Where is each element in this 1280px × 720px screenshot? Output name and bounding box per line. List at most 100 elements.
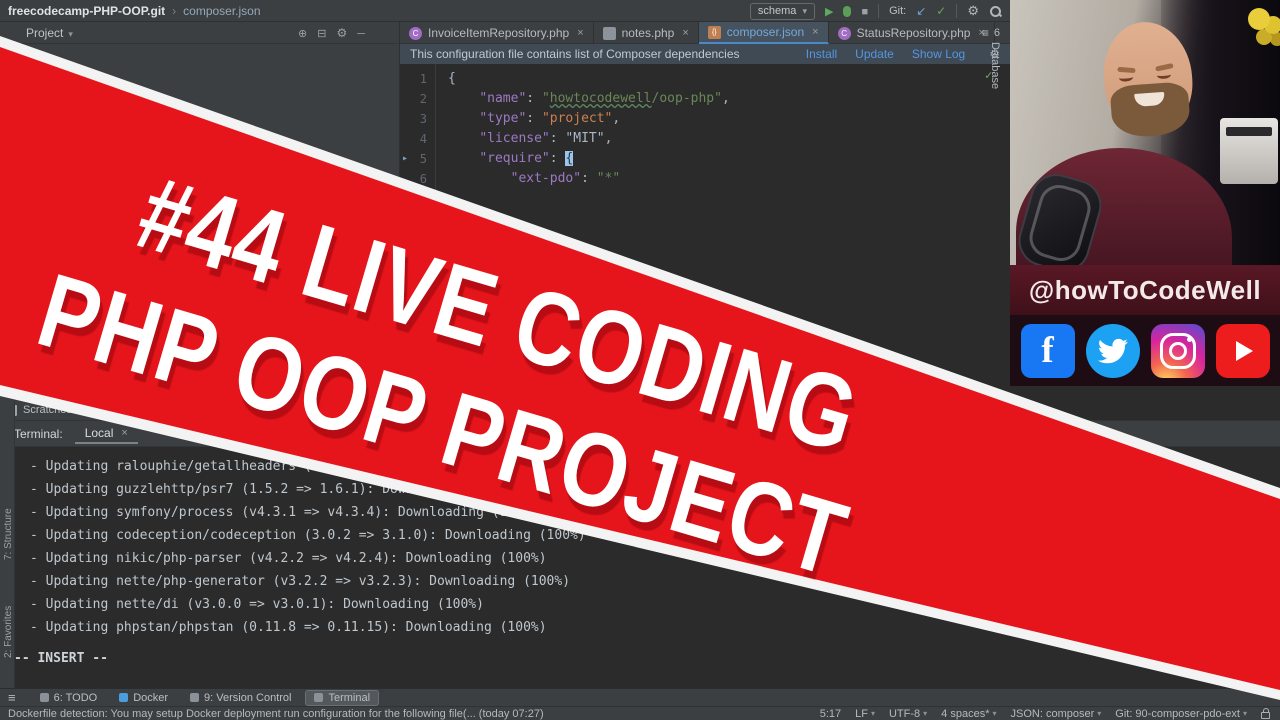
breadcrumb: freecodecamp-PHP-OOP.git composer.json: [0, 4, 261, 18]
notification-action-install[interactable]: Install: [806, 47, 837, 61]
status-segments: 5:17 LF UTF-8 4 spaces* JSON: composer Git: 9…: [820, 707, 1270, 720]
smile: [1134, 91, 1165, 107]
play-triangle: [1236, 340, 1253, 361]
project-panel-tools: [298, 22, 365, 44]
status-segment-lf[interactable]: LF: [855, 708, 875, 720]
flower-decoration: [1248, 8, 1270, 30]
gutter-marker-icon[interactable]: ▸: [402, 149, 408, 169]
project-panel-title[interactable]: Project: [26, 26, 73, 40]
git-update-icon[interactable]: [916, 2, 926, 20]
webcam-panel: @howToCodeWell f: [1010, 0, 1280, 386]
6-todo-icon: [39, 693, 49, 702]
git-commit-icon[interactable]: [936, 2, 946, 20]
line-number[interactable]: 3: [400, 109, 435, 129]
social-icons: f: [1010, 315, 1280, 386]
close-tab-icon[interactable]: [682, 27, 688, 39]
settings-gear-icon[interactable]: [967, 2, 979, 20]
tool-window-button-terminal[interactable]: Terminal: [305, 689, 380, 706]
breadcrumb-file[interactable]: composer.json: [183, 4, 260, 18]
twitter-bird: [1097, 338, 1128, 363]
terminal-tab-local[interactable]: Local: [74, 424, 138, 444]
file-file-icon: [602, 26, 616, 40]
eye: [1118, 73, 1134, 83]
status-segment-5-17[interactable]: 5:17: [820, 708, 841, 720]
window-menu-icon[interactable]: [8, 689, 16, 707]
line-number[interactable]: 2: [400, 89, 435, 109]
tab-notes-php[interactable]: notes.php: [594, 22, 699, 44]
run-icon[interactable]: [825, 2, 833, 20]
close-terminal-tab-icon[interactable]: [121, 427, 127, 439]
printer: [1220, 118, 1278, 184]
toolbar-divider: [956, 4, 958, 18]
tool-tab-favorites[interactable]: 2: Favorites: [3, 606, 14, 658]
twitter-icon[interactable]: [1085, 323, 1140, 378]
channel-handle: @howToCodeWell: [1028, 274, 1262, 305]
status-bar: Dockerfile detection: You may setup Dock…: [0, 706, 1280, 720]
lock-icon[interactable]: [1261, 707, 1270, 719]
status-segment-git-90-composer-pdo-ext[interactable]: Git: 90-composer-pdo-ext: [1115, 708, 1247, 720]
tab-overflow-count: 6: [993, 27, 1000, 39]
collapse-all-icon[interactable]: [317, 24, 326, 42]
webcam-photo: [1010, 0, 1280, 265]
code-line[interactable]: "name": "howtocodewell/oop-php",: [448, 89, 729, 109]
breadcrumb-separator: [165, 4, 183, 18]
git-label: Git:: [889, 5, 907, 17]
channel-handle-bar: @howToCodeWell: [1010, 265, 1280, 315]
code-line[interactable]: {: [448, 69, 730, 89]
run-config-select[interactable]: schema: [749, 2, 815, 20]
panel-settings-icon[interactable]: [336, 24, 347, 42]
tab-overflow[interactable]: 6: [982, 26, 1000, 40]
toolbar-divider: [878, 4, 880, 18]
line-number[interactable]: 5 ▸: [400, 149, 435, 169]
notification-bar: This configuration file contains list of…: [400, 44, 1010, 64]
line-number[interactable]: 1: [400, 69, 435, 89]
line-number[interactable]: 4: [400, 129, 435, 149]
status-segment-4-spaces[interactable]: 4 spaces*: [941, 708, 996, 720]
editor-tabs: InvoiceItemRepository.phpnotes.phpcompos…: [400, 22, 995, 44]
tool-tab-database[interactable]: Database: [989, 42, 1001, 89]
terminal-icon: [314, 693, 324, 702]
search-icon[interactable]: [989, 5, 1002, 18]
expand-all-icon[interactable]: [298, 24, 307, 42]
tab-statusrepository-php[interactable]: StatusRepository.php: [829, 22, 995, 44]
project-name[interactable]: freecodecamp-PHP-OOP.git: [8, 4, 165, 18]
hide-panel-icon[interactable]: [357, 24, 365, 42]
status-message[interactable]: Dockerfile detection: You may setup Dock…: [0, 708, 544, 720]
code-line[interactable]: "license": "MIT",: [448, 129, 730, 149]
close-tab-icon[interactable]: [577, 27, 583, 39]
close-tab-icon[interactable]: [812, 26, 818, 38]
instagram-icon[interactable]: [1150, 323, 1205, 378]
tool-tab-structure[interactable]: 7: Structure: [3, 508, 14, 560]
code-line[interactable]: "type": "project",: [448, 109, 730, 129]
youtube-icon[interactable]: [1215, 323, 1270, 378]
tab-composer-json[interactable]: composer.json: [698, 22, 829, 44]
code-line[interactable]: "ext-pdo": "*": [448, 169, 730, 189]
9-version-control-icon: [190, 693, 200, 702]
json-file-icon: [707, 25, 721, 39]
tab-list-icon[interactable]: [982, 26, 989, 40]
notification-actions: Install Update Show Log: [806, 47, 965, 61]
terminal-label: Terminal:: [14, 426, 63, 441]
class-file-icon: [837, 26, 851, 40]
notification-message: This configuration file contains list of…: [410, 47, 740, 61]
debug-icon[interactable]: [843, 5, 852, 17]
class-file-icon: [409, 26, 422, 40]
eyebrow: [1117, 66, 1136, 74]
screenshot-root: freecodecamp-PHP-OOP.git composer.json s…: [0, 0, 1280, 720]
tool-window-bar: 6: TODO Docker 9: Version Control Terminal: [0, 688, 1280, 706]
notification-action-show-log[interactable]: Show Log: [912, 47, 965, 61]
tool-window-button-6-todo[interactable]: 6: TODO: [32, 691, 106, 705]
stop-icon[interactable]: [861, 2, 868, 20]
vim-mode-indicator: -- INSERT --: [14, 651, 108, 666]
tab-invoiceitemrepository-php[interactable]: InvoiceItemRepository.php: [400, 22, 594, 44]
tool-window-button-9-version-control[interactable]: 9: Version Control: [182, 691, 299, 705]
status-segment-utf-8[interactable]: UTF-8: [889, 708, 927, 720]
toolbar-actions: schema Git:: [749, 0, 1002, 22]
notification-action-update[interactable]: Update: [855, 47, 894, 61]
eye: [1156, 70, 1172, 80]
facebook-icon[interactable]: f: [1020, 323, 1075, 378]
code-line[interactable]: "require": {: [448, 149, 730, 169]
tool-window-button-docker[interactable]: Docker: [111, 691, 176, 705]
status-segment-json-composer[interactable]: JSON: composer: [1011, 708, 1102, 720]
docker-icon: [119, 693, 129, 702]
